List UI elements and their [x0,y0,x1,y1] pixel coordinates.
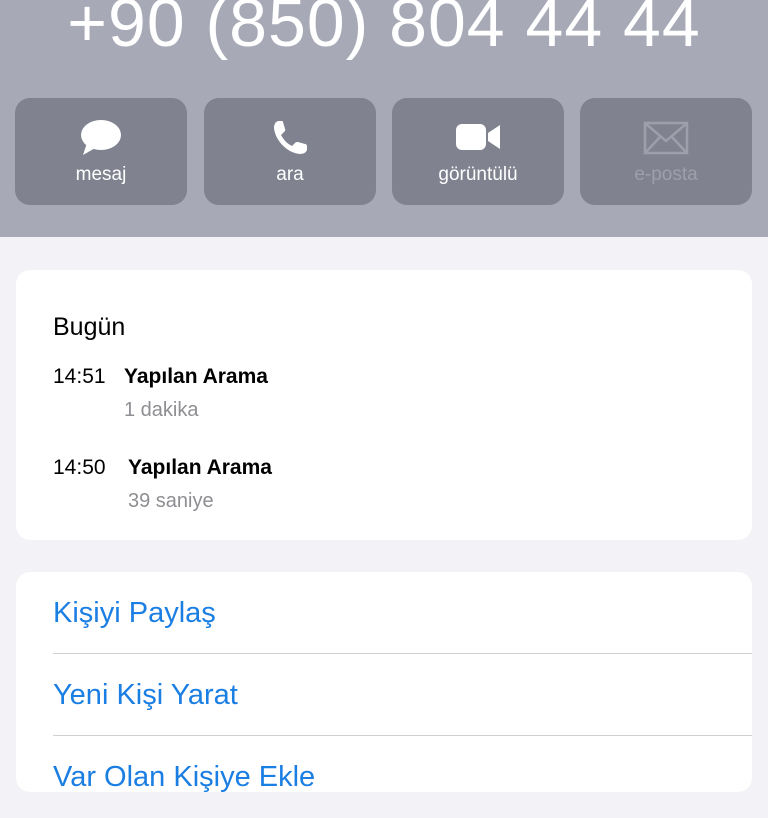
call-duration: 1 dakika [124,399,199,421]
contact-header: +90 (850) 804 44 44 mesaj ara görüntülü [0,0,768,237]
call-time: 14:51 [53,365,106,388]
message-label: mesaj [75,164,127,185]
share-contact-link[interactable]: Kişiyi Paylaş [53,572,752,654]
email-button[interactable]: e-posta [580,98,752,205]
message-bubble-icon [15,118,187,158]
video-call-label: görüntülü [438,164,518,185]
call-history-card: Bugün 14:51 Yapılan Arama 1 dakika 14:50… [16,270,752,540]
call-type: Yapılan Arama [124,365,268,388]
add-to-existing-contact-link[interactable]: Var Olan Kişiye Ekle [53,736,752,818]
call-button[interactable]: ara [204,98,376,205]
phone-icon [204,118,376,158]
phone-number: +90 (850) 804 44 44 [67,0,701,61]
call-time: 14:50 [53,456,106,479]
call-label: ara [276,164,304,185]
contact-actions-card: Kişiyi Paylaş Yeni Kişi Yarat Var Olan K… [16,572,752,793]
video-call-button[interactable]: görüntülü [392,98,564,205]
call-duration: 39 saniye [128,490,214,512]
create-new-contact-link[interactable]: Yeni Kişi Yarat [53,654,752,736]
message-button[interactable]: mesaj [15,98,187,205]
envelope-icon [580,118,752,158]
call-type: Yapılan Arama [128,456,272,479]
email-label: e-posta [634,164,698,185]
call-history-day: Bugün [53,313,126,341]
video-camera-icon [392,118,564,158]
